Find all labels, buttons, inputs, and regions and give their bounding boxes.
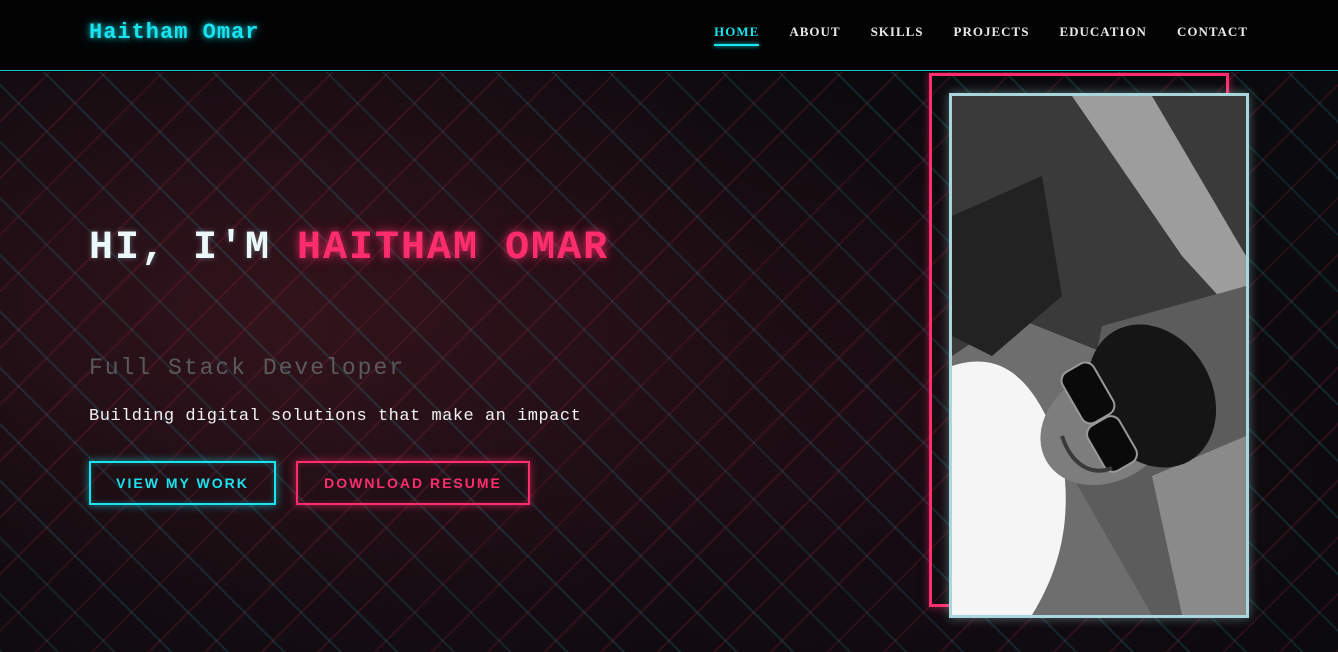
nav-link-education[interactable]: EDUCATION (1059, 24, 1147, 44)
nav-link-contact[interactable]: CONTACT (1177, 24, 1248, 44)
nav-link-projects[interactable]: PROJECTS (954, 24, 1030, 44)
hero-name: HAITHAM OMAR (297, 226, 610, 271)
nav-links: HOME ABOUT SKILLS PROJECTS EDUCATION CON… (714, 24, 1248, 46)
hero-section: HI, I'M HAITHAM OMAR Full Stack Develope… (0, 72, 1338, 652)
nav-link-about[interactable]: ABOUT (789, 24, 840, 44)
hero-headline: HI, I'M HAITHAM OMAR (89, 220, 709, 277)
nav-link-home[interactable]: HOME (714, 24, 760, 46)
hero-tagline: Building digital solutions that make an … (89, 407, 582, 426)
navbar: Haitham Omar HOME ABOUT SKILLS PROJECTS … (0, 0, 1338, 71)
page: Haitham Omar HOME ABOUT SKILLS PROJECTS … (0, 0, 1338, 652)
profile-photo-illustration (952, 96, 1246, 615)
site-logo[interactable]: Haitham Omar (89, 20, 259, 45)
hero-subtitle: Full Stack Developer (89, 355, 406, 381)
nav-link-skills[interactable]: SKILLS (871, 24, 924, 44)
hero-greeting: HI, I'M (89, 226, 298, 271)
profile-photo (949, 93, 1249, 618)
download-resume-button[interactable]: DOWNLOAD RESUME (296, 461, 530, 505)
view-my-work-button[interactable]: VIEW MY WORK (89, 461, 276, 505)
